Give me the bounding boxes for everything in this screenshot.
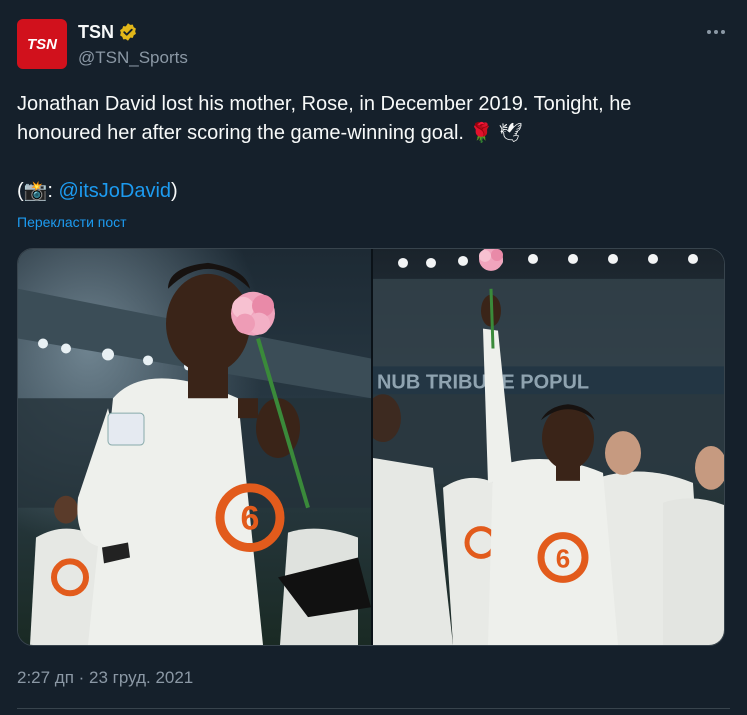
verified-badge-icon	[120, 23, 136, 41]
tsn-logo-text: TSN	[27, 36, 58, 53]
camera-flash-emoji: 📸	[23, 181, 48, 202]
more-horizontal-icon[interactable]	[703, 23, 729, 41]
tweet-line-2: honoured her after scoring the game-winn…	[17, 119, 729, 148]
tweet-header: TSN TSN @TSN_Sports	[17, 19, 729, 71]
tweet-line-2-text: honoured her after scoring the game-winn…	[17, 122, 464, 144]
photo-player-kissing-rose[interactable]: 6	[18, 249, 371, 645]
photo-player-raising-rose[interactable]: NUB TRIBUNE POPUL 6	[373, 249, 724, 645]
tweet-text: Jonathan David lost his mother, Rose, in…	[17, 90, 729, 206]
mention-link[interactable]: @itsJoDavid	[58, 180, 171, 202]
display-name[interactable]: TSN	[78, 22, 114, 43]
timestamp[interactable]: 2:27 дп · 23 груд. 2021	[17, 668, 193, 688]
credit-open-paren: (	[17, 180, 24, 202]
tsn-logo-icon: TSN	[27, 36, 58, 53]
divider	[17, 708, 730, 709]
credit-close-paren: )	[171, 180, 178, 202]
svg-text:NUB TRIBUNE POPUL: NUB TRIBUNE POPUL	[377, 371, 589, 393]
svg-text:6: 6	[241, 500, 260, 538]
handle[interactable]: @TSN_Sports	[78, 48, 188, 68]
credit-sep: :	[47, 180, 59, 202]
photo-credit: (📸: @itsJoDavid)	[17, 177, 729, 206]
media-grid: 6 NUB TRIBUNE POPUL 6	[17, 248, 725, 646]
translate-post-link[interactable]: Перекласти пост	[17, 214, 127, 230]
avatar[interactable]: TSN	[17, 19, 67, 69]
tweet-line-1: Jonathan David lost his mother, Rose, in…	[17, 93, 632, 115]
author-names: TSN @TSN_Sports	[78, 21, 188, 68]
tweet: TSN TSN @TSN_Sports Jonathan David lost …	[0, 0, 747, 715]
rose-dove-emoji: 🌹 🕊	[469, 123, 523, 144]
svg-text:6: 6	[556, 545, 570, 573]
